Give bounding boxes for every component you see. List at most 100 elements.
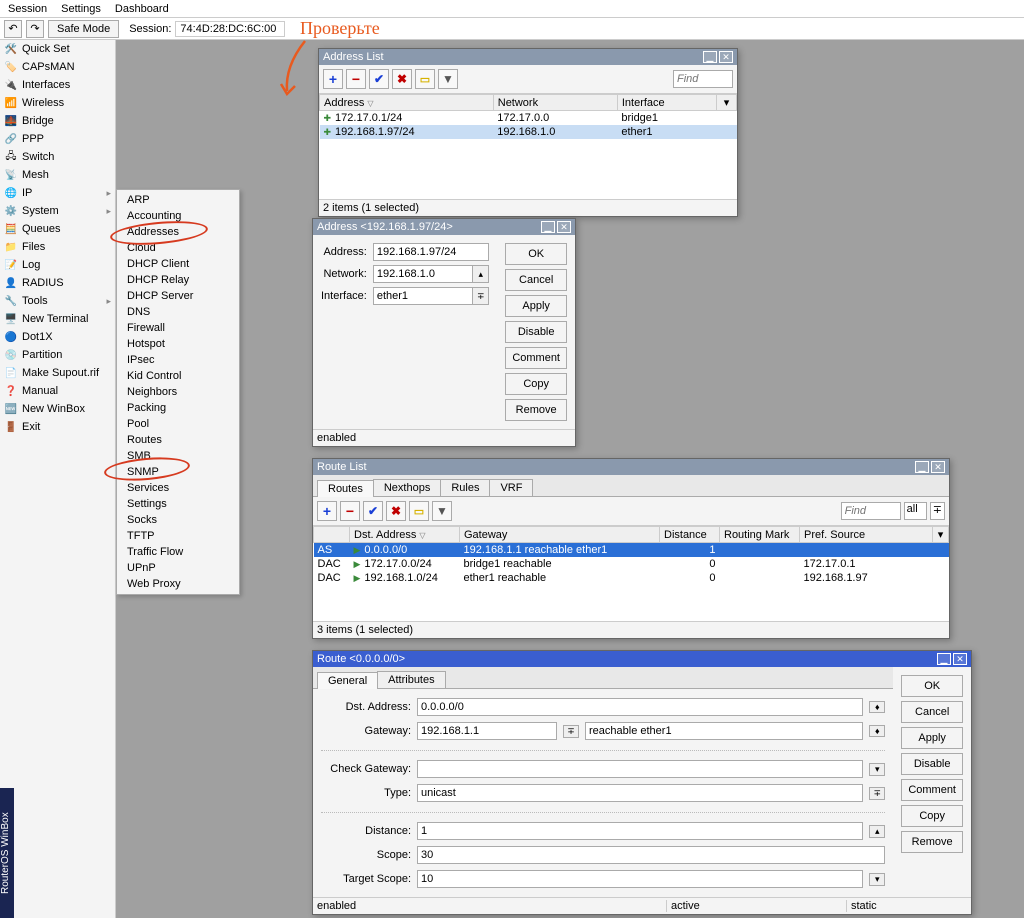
nav-item-partition[interactable]: 💿Partition [0, 346, 115, 364]
target-scope-input[interactable] [417, 870, 863, 888]
nav-item-new-terminal[interactable]: 🖥️New Terminal [0, 310, 115, 328]
col-network[interactable]: Network [493, 95, 617, 111]
col-dst[interactable]: Dst. Address▽ [350, 527, 460, 543]
apply-button[interactable]: Apply [901, 727, 963, 749]
nav-item-dot1x[interactable]: 🔵Dot1X [0, 328, 115, 346]
disable-button[interactable]: Disable [901, 753, 963, 775]
col-menu[interactable]: ▾ [717, 95, 737, 111]
nav-item-log[interactable]: 📝Log [0, 256, 115, 274]
minimize-icon[interactable]: ▁ [541, 221, 555, 233]
col-pref-source[interactable]: Pref. Source [800, 527, 933, 543]
find-input[interactable] [673, 70, 733, 88]
dropdown-icon[interactable]: ∓ [563, 725, 579, 738]
comment-button[interactable]: ▭ [415, 69, 435, 89]
up-icon[interactable]: ▴ [473, 265, 489, 283]
close-icon[interactable]: ✕ [931, 461, 945, 473]
comment-button[interactable]: Comment [505, 347, 567, 369]
submenu-item-routes[interactable]: Routes [117, 432, 239, 448]
safe-mode-button[interactable]: Safe Mode [48, 20, 119, 38]
enable-button[interactable]: ✔ [369, 69, 389, 89]
col-interface[interactable]: Interface [617, 95, 716, 111]
submenu-item-arp[interactable]: ARP [117, 192, 239, 208]
network-input[interactable] [373, 265, 473, 283]
disable-button[interactable]: ✖ [392, 69, 412, 89]
redo-button[interactable]: ↷ [26, 20, 44, 38]
minimize-icon[interactable]: ▁ [937, 653, 951, 665]
submenu-item-traffic-flow[interactable]: Traffic Flow [117, 544, 239, 560]
window-title[interactable]: Route <0.0.0.0/0> ▁ ✕ [313, 651, 971, 667]
dropdown-icon[interactable]: ∓ [869, 787, 885, 800]
tab-vrf[interactable]: VRF [489, 479, 533, 496]
submenu-item-dhcp-client[interactable]: DHCP Client [117, 256, 239, 272]
col-routing-mark[interactable]: Routing Mark [720, 527, 800, 543]
submenu-item-tftp[interactable]: TFTP [117, 528, 239, 544]
nav-item-system[interactable]: ⚙️System▸ [0, 202, 115, 220]
nav-item-quick-set[interactable]: 🛠️Quick Set [0, 40, 115, 58]
dst-input[interactable] [417, 698, 863, 716]
filter-select[interactable]: all [904, 502, 927, 520]
interface-input[interactable] [373, 287, 473, 305]
filter-button[interactable]: ▼ [432, 501, 452, 521]
window-title[interactable]: Address <192.168.1.97/24> ▁ ✕ [313, 219, 575, 235]
comment-button[interactable]: ▭ [409, 501, 429, 521]
submenu-item-packing[interactable]: Packing [117, 400, 239, 416]
submenu-item-ipsec[interactable]: IPsec [117, 352, 239, 368]
col-gateway[interactable]: Gateway [460, 527, 660, 543]
nav-item-exit[interactable]: 🚪Exit [0, 418, 115, 436]
table-row[interactable]: DAC▶192.168.1.0/24ether1 reachable0192.1… [314, 571, 949, 585]
menu-settings[interactable]: Settings [61, 3, 101, 15]
nav-item-wireless[interactable]: 📶Wireless [0, 94, 115, 112]
submenu-item-addresses[interactable]: Addresses [117, 224, 239, 240]
filter-button[interactable]: ▼ [438, 69, 458, 89]
address-input[interactable] [373, 243, 489, 261]
spinner-icon[interactable]: ♦ [869, 725, 885, 737]
enable-button[interactable]: ✔ [363, 501, 383, 521]
col-flag[interactable] [314, 527, 350, 543]
nav-item-new-winbox[interactable]: 🆕New WinBox [0, 400, 115, 418]
table-row[interactable]: AS▶0.0.0.0/0192.168.1.1 reachable ether1… [314, 543, 949, 558]
nav-item-capsman[interactable]: 🏷️CAPsMAN [0, 58, 115, 76]
submenu-item-hotspot[interactable]: Hotspot [117, 336, 239, 352]
nav-item-manual[interactable]: ❓Manual [0, 382, 115, 400]
ok-button[interactable]: OK [505, 243, 567, 265]
cancel-button[interactable]: Cancel [901, 701, 963, 723]
nav-item-ppp[interactable]: 🔗PPP [0, 130, 115, 148]
filter-dropdown-icon[interactable]: ∓ [930, 502, 945, 520]
submenu-item-services[interactable]: Services [117, 480, 239, 496]
copy-button[interactable]: Copy [901, 805, 963, 827]
nav-item-ip[interactable]: 🌐IP▸ [0, 184, 115, 202]
nav-item-queues[interactable]: 🧮Queues [0, 220, 115, 238]
submenu-item-upnp[interactable]: UPnP [117, 560, 239, 576]
table-row[interactable]: ✚192.168.1.97/24192.168.1.0ether1 [320, 125, 737, 139]
nav-item-files[interactable]: 📁Files [0, 238, 115, 256]
submenu-item-settings[interactable]: Settings [117, 496, 239, 512]
submenu-item-cloud[interactable]: Cloud [117, 240, 239, 256]
dropdown-icon[interactable]: ∓ [473, 287, 489, 305]
spinner-icon[interactable]: ♦ [869, 701, 885, 713]
tab-rules[interactable]: Rules [440, 479, 490, 496]
distance-input[interactable] [417, 822, 863, 840]
submenu-item-dhcp-server[interactable]: DHCP Server [117, 288, 239, 304]
submenu-item-kid-control[interactable]: Kid Control [117, 368, 239, 384]
remove-button[interactable]: Remove [505, 399, 567, 421]
add-button[interactable]: + [323, 69, 343, 89]
disable-button[interactable]: Disable [505, 321, 567, 343]
ok-button[interactable]: OK [901, 675, 963, 697]
nav-item-mesh[interactable]: 📡Mesh [0, 166, 115, 184]
close-icon[interactable]: ✕ [953, 653, 967, 665]
table-row[interactable]: DAC▶172.17.0.0/24bridge1 reachable0172.1… [314, 557, 949, 571]
check-gateway-input[interactable] [417, 760, 863, 778]
minimize-icon[interactable]: ▁ [915, 461, 929, 473]
remove-button[interactable]: Remove [901, 831, 963, 853]
nav-item-bridge[interactable]: 🌉Bridge [0, 112, 115, 130]
submenu-item-snmp[interactable]: SNMP [117, 464, 239, 480]
nav-item-switch[interactable]: 🖧Switch [0, 148, 115, 166]
col-address[interactable]: Address▽ [320, 95, 494, 111]
copy-button[interactable]: Copy [505, 373, 567, 395]
col-menu[interactable]: ▾ [933, 527, 949, 543]
window-title[interactable]: Address List ▁ ✕ [319, 49, 737, 65]
comment-button[interactable]: Comment [901, 779, 963, 801]
submenu-item-neighbors[interactable]: Neighbors [117, 384, 239, 400]
apply-button[interactable]: Apply [505, 295, 567, 317]
menu-dashboard[interactable]: Dashboard [115, 3, 169, 15]
